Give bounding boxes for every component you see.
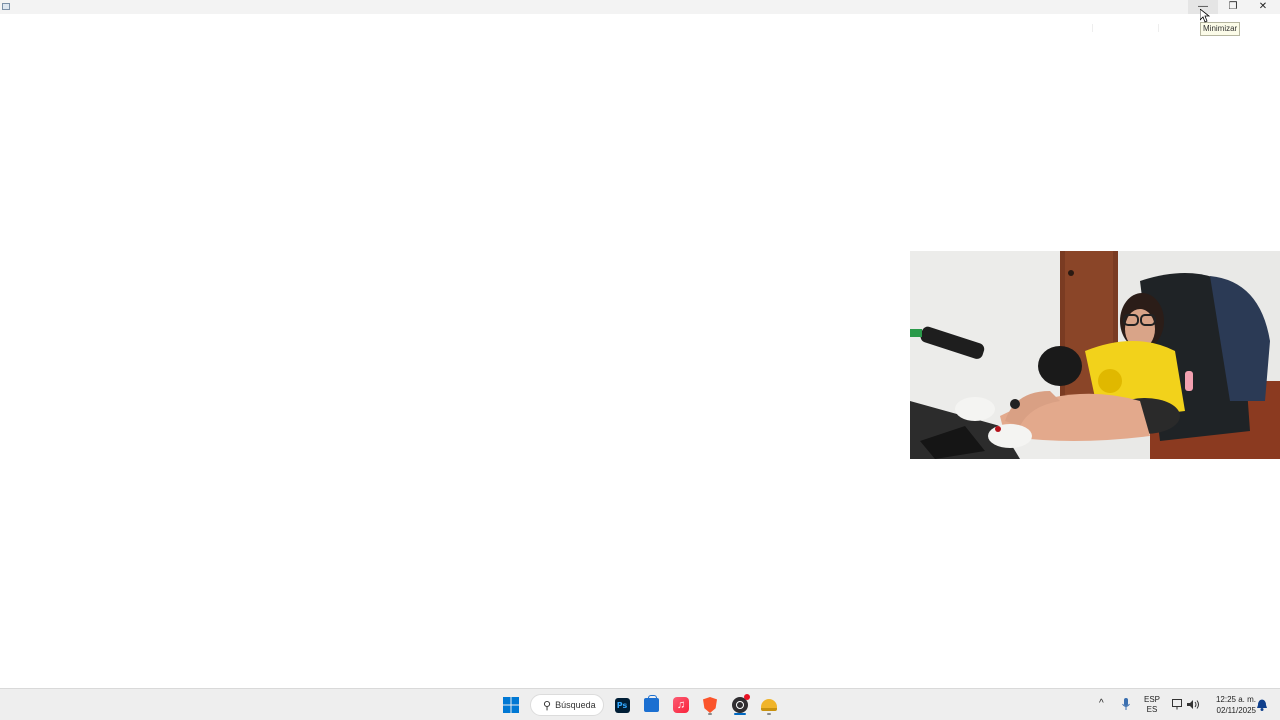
clock-date: 02/11/2025 xyxy=(1216,706,1256,715)
store-icon xyxy=(643,695,659,712)
webcam-scene-image xyxy=(910,251,1280,459)
running-indicator xyxy=(767,713,771,715)
main-window: — ❐ ✕ Minimizar xyxy=(0,0,1280,688)
minimize-tooltip: Minimizar xyxy=(1200,22,1241,36)
obs-icon xyxy=(732,694,750,713)
taskbar-app[interactable] xyxy=(758,694,780,716)
keyboard-layout: ES xyxy=(1146,705,1158,714)
taskbar-store[interactable] xyxy=(640,694,662,716)
taskbar: ⚲ Búsqueda Ps ♫ ^ ESP ES 12:25 a. m. 02/… xyxy=(0,688,1280,720)
search-icon: ⚲ xyxy=(543,699,552,712)
taskbar-music[interactable]: ♫ xyxy=(670,694,692,716)
microphone-icon[interactable] xyxy=(1122,698,1130,711)
taskbar-search-box[interactable]: ⚲ Búsqueda xyxy=(530,694,604,716)
brave-icon xyxy=(703,697,717,713)
notification-bell-icon[interactable] xyxy=(1257,699,1267,711)
restore-button[interactable]: ❐ xyxy=(1218,0,1248,14)
tray-overflow-chevron[interactable]: ^ xyxy=(1099,699,1104,709)
clock-time: 12:25 a. m. xyxy=(1215,695,1256,704)
taskbar-obs[interactable] xyxy=(729,694,751,716)
search-label: Búsqueda xyxy=(555,700,596,710)
photoshop-icon: Ps xyxy=(614,697,630,713)
faint-divider xyxy=(1092,24,1093,32)
system-clock[interactable]: 12:25 a. m. 02/11/2025 xyxy=(1204,694,1256,716)
active-indicator xyxy=(734,713,746,715)
windows-icon xyxy=(503,697,519,713)
taskbar-photoshop[interactable]: Ps xyxy=(611,694,633,716)
network-icon[interactable] xyxy=(1172,699,1184,710)
hat-icon xyxy=(761,699,777,711)
app-icon xyxy=(2,3,10,10)
music-icon: ♫ xyxy=(673,697,689,713)
mouse-cursor-icon xyxy=(1200,9,1210,23)
faint-divider xyxy=(1158,24,1159,32)
taskbar-brave[interactable] xyxy=(699,694,721,716)
notification-badge xyxy=(744,694,750,700)
volume-icon[interactable] xyxy=(1187,699,1200,710)
title-bar[interactable]: — ❐ ✕ xyxy=(0,0,1280,14)
video-overlay[interactable] xyxy=(910,251,1280,459)
language-code: ESP xyxy=(1143,695,1160,704)
start-button[interactable] xyxy=(500,694,522,716)
close-button[interactable]: ✕ xyxy=(1248,0,1278,14)
running-indicator xyxy=(708,713,712,715)
language-indicator[interactable]: ESP ES xyxy=(1142,695,1162,715)
